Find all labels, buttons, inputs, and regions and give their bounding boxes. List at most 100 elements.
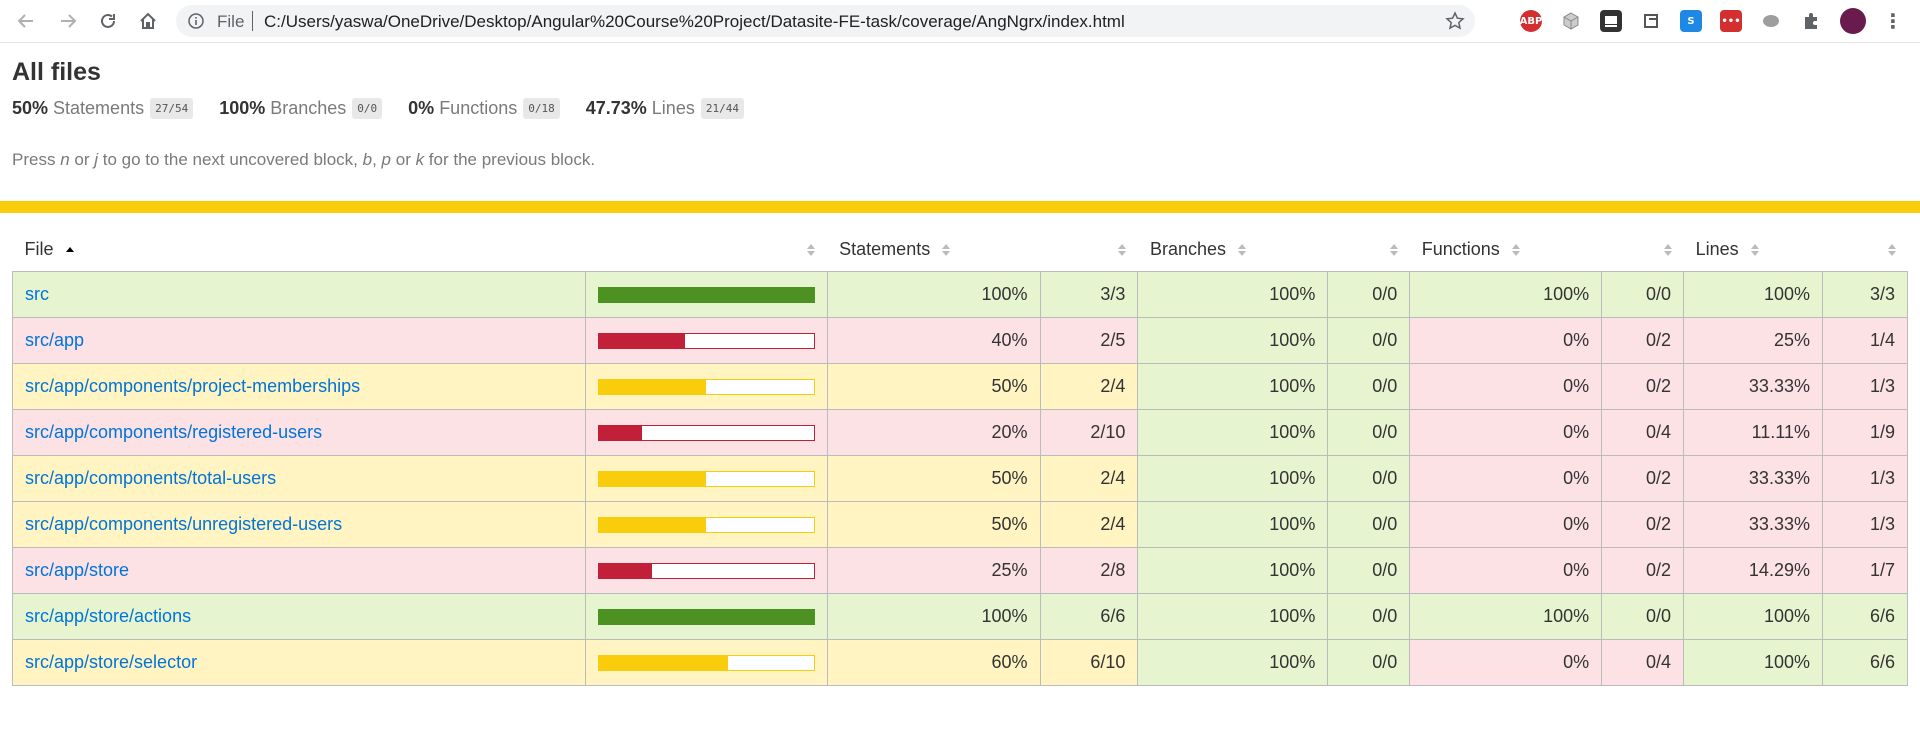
coverage-bar [597, 424, 815, 441]
header-statements-frac[interactable] [1040, 228, 1138, 272]
arrow-left-icon [17, 14, 33, 28]
statements-pct-cell: 50% [826, 363, 1041, 410]
lines-pct-cell: 100% [1683, 271, 1823, 318]
forward-button[interactable] [56, 9, 80, 33]
skype-icon[interactable]: S [1680, 10, 1702, 32]
reload-button[interactable] [96, 9, 120, 33]
lines-pct-cell: 33.33% [1683, 363, 1823, 410]
functions-pct-cell: 0% [1409, 639, 1603, 686]
header-pic[interactable] [585, 228, 827, 272]
statements-fraction-cell: 2/4 [1039, 455, 1139, 502]
summary-fraction: 21/44 [700, 98, 744, 119]
branches-pct-cell: 100% [1137, 455, 1329, 502]
summary-bar: 50% Statements 27/54 100% Branches 0/0 0… [12, 98, 770, 119]
profile-avatar[interactable] [1840, 8, 1866, 34]
coverage-bar-fill [598, 655, 728, 670]
back-button[interactable] [14, 9, 38, 33]
summary-label: Functions [439, 98, 518, 118]
header-label: Functions [1421, 239, 1500, 259]
address-separator [252, 11, 253, 31]
file-cell: src/app/store/selector [12, 639, 586, 686]
dots-icon[interactable]: ••• [1720, 10, 1742, 32]
sort-icon [1887, 244, 1896, 256]
lines-fraction-cell: 1/9 [1821, 409, 1909, 456]
summary-pct: 50% [12, 98, 49, 118]
branches-fraction-cell: 0/0 [1327, 501, 1411, 548]
file-link[interactable]: src [25, 284, 49, 304]
home-button[interactable] [136, 9, 160, 33]
header-statements[interactable]: Statements [827, 228, 1040, 272]
coverage-bar [597, 332, 815, 349]
3d-box-icon[interactable] [1560, 10, 1582, 32]
header-functions[interactable]: Functions [1410, 228, 1602, 272]
header-lines[interactable]: Lines [1684, 228, 1823, 272]
coverage-table: File Statements Branches Functions Lines… [12, 228, 1909, 686]
header-lines-frac[interactable] [1822, 228, 1907, 272]
hint-text: for the previous block. [424, 150, 596, 169]
file-link[interactable]: src/app/store/actions [25, 606, 191, 626]
statements-pct-cell: 20% [826, 409, 1041, 456]
table-row: src/app/store 25% 2/8 100% 0/0 0% 0/2 14.29% 1/7 [12, 547, 1909, 594]
coverage-bar-cell [584, 593, 828, 640]
sort-icon [1663, 244, 1672, 256]
summary-fraction: 0/18 [523, 98, 560, 119]
summary-pct: 0% [408, 98, 435, 118]
coverage-bar [597, 516, 815, 533]
file-link[interactable]: src/app/store/selector [25, 652, 197, 672]
coverage-status-line [0, 201, 1920, 213]
file-link[interactable]: src/app [25, 330, 84, 350]
functions-fraction-cell: 0/2 [1601, 317, 1685, 364]
file-link[interactable]: src/app/components/project-memberships [25, 376, 360, 396]
coverage-bar-fill [598, 517, 707, 532]
adblock-plus-icon[interactable]: ABP [1520, 10, 1542, 32]
star-icon[interactable] [1445, 11, 1465, 31]
url-text[interactable]: C:/Users/yaswa/OneDrive/Desktop/Angular%… [264, 12, 1125, 32]
functions-fraction-cell: 0/0 [1601, 593, 1685, 640]
file-link[interactable]: src/app/components/unregistered-users [25, 514, 342, 534]
coverage-table-body: src 100% 3/3 100% 0/0 100% 0/0 100% 3/3 src/app 40… [12, 271, 1909, 686]
header-branches-frac[interactable] [1328, 228, 1410, 272]
header-functions-frac[interactable] [1602, 228, 1684, 272]
table-row: src/app/components/project-memberships 50… [12, 363, 1909, 410]
branches-fraction-cell: 0/0 [1327, 271, 1411, 318]
table-row: src/app/store/selector 60% 6/10 100% 0/0 0% 0/… [12, 639, 1909, 686]
screen-icon[interactable] [1600, 10, 1622, 32]
file-cell: src/app/store [12, 547, 586, 594]
coverage-bar-fill [598, 425, 642, 440]
info-icon[interactable] [188, 13, 204, 29]
sort-icon [1389, 244, 1398, 256]
file-cell: src/app [12, 317, 586, 364]
hint-key: p [381, 150, 392, 169]
summary-label: Statements [53, 98, 145, 118]
menu-dots-icon[interactable]: ⋮ [1882, 9, 1904, 33]
summary-statements: 50% Statements 27/54 [12, 98, 194, 119]
keyboard-hint: Press n or j to go to the next uncovered… [12, 150, 595, 170]
hint-key: b [362, 150, 373, 169]
file-cell: src/app/components/unregistered-users [12, 501, 586, 548]
file-link[interactable]: src/app/components/registered-users [25, 422, 322, 442]
lines-pct-cell: 11.11% [1683, 409, 1823, 456]
branches-fraction-cell: 0/0 [1327, 639, 1411, 686]
hint-text: or [69, 150, 95, 169]
statements-pct-cell: 60% [826, 639, 1041, 686]
coverage-bar-fill [598, 471, 707, 486]
branches-fraction-cell: 0/0 [1327, 363, 1411, 410]
file-link[interactable]: src/app/components/total-users [25, 468, 276, 488]
sort-asc-icon [65, 247, 74, 253]
puzzle-icon[interactable] [1800, 10, 1822, 32]
statements-pct-cell: 40% [826, 317, 1041, 364]
functions-pct-cell: 100% [1409, 593, 1603, 640]
tab-icon[interactable] [1640, 10, 1662, 32]
hint-text: to go to the next uncovered block, [98, 150, 363, 169]
header-file[interactable]: File [13, 228, 586, 272]
lines-fraction-cell: 1/3 [1821, 455, 1909, 502]
file-link[interactable]: src/app/store [25, 560, 129, 580]
branches-pct-cell: 100% [1137, 409, 1329, 456]
header-branches[interactable]: Branches [1138, 228, 1328, 272]
summary-fraction: 27/54 [150, 98, 194, 119]
statements-fraction-cell: 2/5 [1039, 317, 1139, 364]
coverage-bar-fill [598, 609, 814, 624]
address-bar[interactable]: File C:/Users/yaswa/OneDrive/Desktop/Ang… [176, 5, 1475, 37]
elephant-icon[interactable] [1760, 10, 1782, 32]
branches-pct-cell: 100% [1137, 547, 1329, 594]
